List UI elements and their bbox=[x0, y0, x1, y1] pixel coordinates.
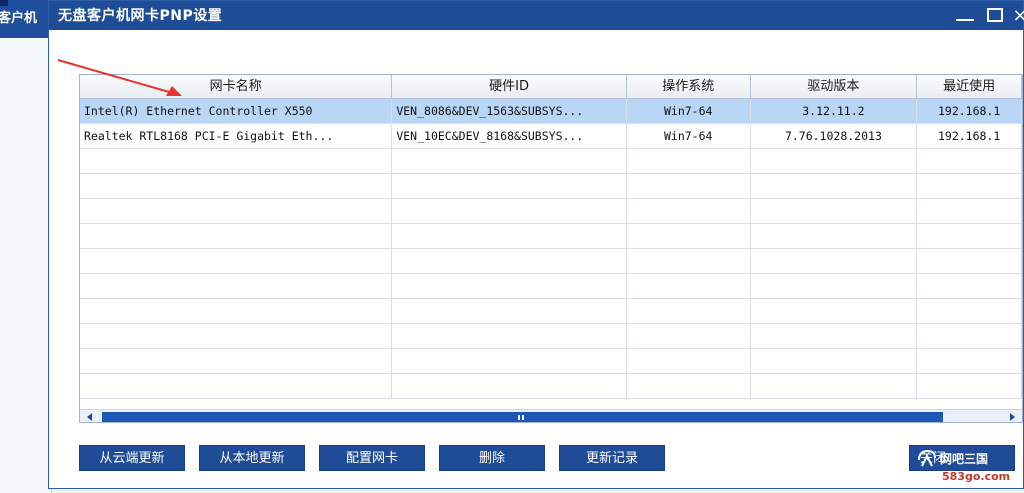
cell-driver-version: 7.76.1028.2013 bbox=[751, 124, 918, 149]
table-body: Intel(R) Ethernet Controller X550 VEN_80… bbox=[80, 99, 1022, 399]
watermark-logo-icon bbox=[918, 449, 936, 467]
cell-hardware-id: VEN_10EC&DEV_8168&SUBSYS... bbox=[392, 124, 627, 149]
watermark-line2: 583go.com bbox=[942, 470, 1011, 483]
cell-nic-name: Intel(R) Ethernet Controller X550 bbox=[80, 99, 393, 124]
cell-last-used: 192.168.1 bbox=[917, 124, 1022, 149]
empty-row bbox=[80, 349, 1022, 374]
horizontal-scrollbar[interactable] bbox=[80, 409, 1022, 422]
dialog-titlebar[interactable]: 无盘客户机网卡PNP设置 × bbox=[49, 1, 1024, 30]
empty-row bbox=[80, 199, 1022, 224]
dialog-title: 无盘客户机网卡PNP设置 bbox=[58, 8, 223, 24]
table-row[interactable]: Intel(R) Ethernet Controller X550 VEN_80… bbox=[80, 99, 1022, 124]
empty-row bbox=[80, 324, 1022, 349]
table-row[interactable]: Realtek RTL8168 PCI-E Gigabit Eth... VEN… bbox=[80, 124, 1022, 149]
empty-row bbox=[80, 249, 1022, 274]
maximize-icon bbox=[987, 8, 1003, 22]
background-window: 客户机 bbox=[0, 0, 52, 493]
column-header-hardware-id[interactable]: 硬件ID bbox=[392, 75, 627, 99]
update-from-local-button[interactable]: 从本地更新 bbox=[199, 445, 305, 471]
empty-row bbox=[80, 174, 1022, 199]
table-header: 网卡名称 硬件ID 操作系统 驱动版本 最近使用 bbox=[80, 75, 1022, 99]
cell-driver-version: 3.12.11.2 bbox=[751, 99, 918, 124]
update-from-cloud-button[interactable]: 从云端更新 bbox=[79, 445, 185, 471]
scroll-left-icon[interactable] bbox=[87, 413, 92, 421]
scrollbar-grip bbox=[518, 415, 524, 420]
background-title: 客户机 bbox=[0, 11, 38, 26]
configure-nic-button[interactable]: 配置网卡 bbox=[319, 445, 425, 471]
background-strip bbox=[0, 0, 8, 6]
watermark: 网吧三国 583go.com bbox=[912, 444, 1022, 488]
minimize-icon bbox=[956, 19, 974, 21]
maximize-button[interactable] bbox=[984, 4, 1006, 26]
column-header-os[interactable]: 操作系统 bbox=[627, 75, 751, 99]
delete-button[interactable]: 删除 bbox=[439, 445, 545, 471]
annotation-arrow-icon bbox=[57, 59, 182, 96]
column-header-last-used[interactable]: 最近使用 bbox=[917, 75, 1022, 99]
close-button[interactable]: × bbox=[1009, 4, 1024, 26]
watermark-line1: 网吧三国 bbox=[940, 452, 989, 466]
cell-nic-name: Realtek RTL8168 PCI-E Gigabit Eth... bbox=[80, 124, 393, 149]
empty-row bbox=[80, 299, 1022, 324]
cell-last-used: 192.168.1 bbox=[917, 99, 1022, 124]
cell-os: Win7-64 bbox=[627, 99, 751, 124]
empty-row bbox=[80, 149, 1022, 174]
nic-table: 网卡名称 硬件ID 操作系统 驱动版本 最近使用 Intel(R) Ethern… bbox=[79, 74, 1023, 423]
pnp-settings-dialog: 无盘客户机网卡PNP设置 × 网卡名称 硬件ID 操作系统 驱动版本 最近使用 … bbox=[48, 0, 1024, 489]
scroll-right-icon[interactable] bbox=[1010, 413, 1015, 421]
cell-os: Win7-64 bbox=[627, 124, 751, 149]
column-header-driver-version[interactable]: 驱动版本 bbox=[751, 75, 918, 99]
close-icon: × bbox=[1012, 4, 1024, 26]
empty-row bbox=[80, 374, 1022, 399]
update-log-button[interactable]: 更新记录 bbox=[559, 445, 665, 471]
minimize-button[interactable] bbox=[954, 4, 976, 26]
empty-row bbox=[80, 224, 1022, 249]
empty-row bbox=[80, 274, 1022, 299]
scrollbar-thumb[interactable] bbox=[102, 412, 943, 422]
cell-hardware-id: VEN_8086&DEV_1563&SUBSYS... bbox=[392, 99, 627, 124]
